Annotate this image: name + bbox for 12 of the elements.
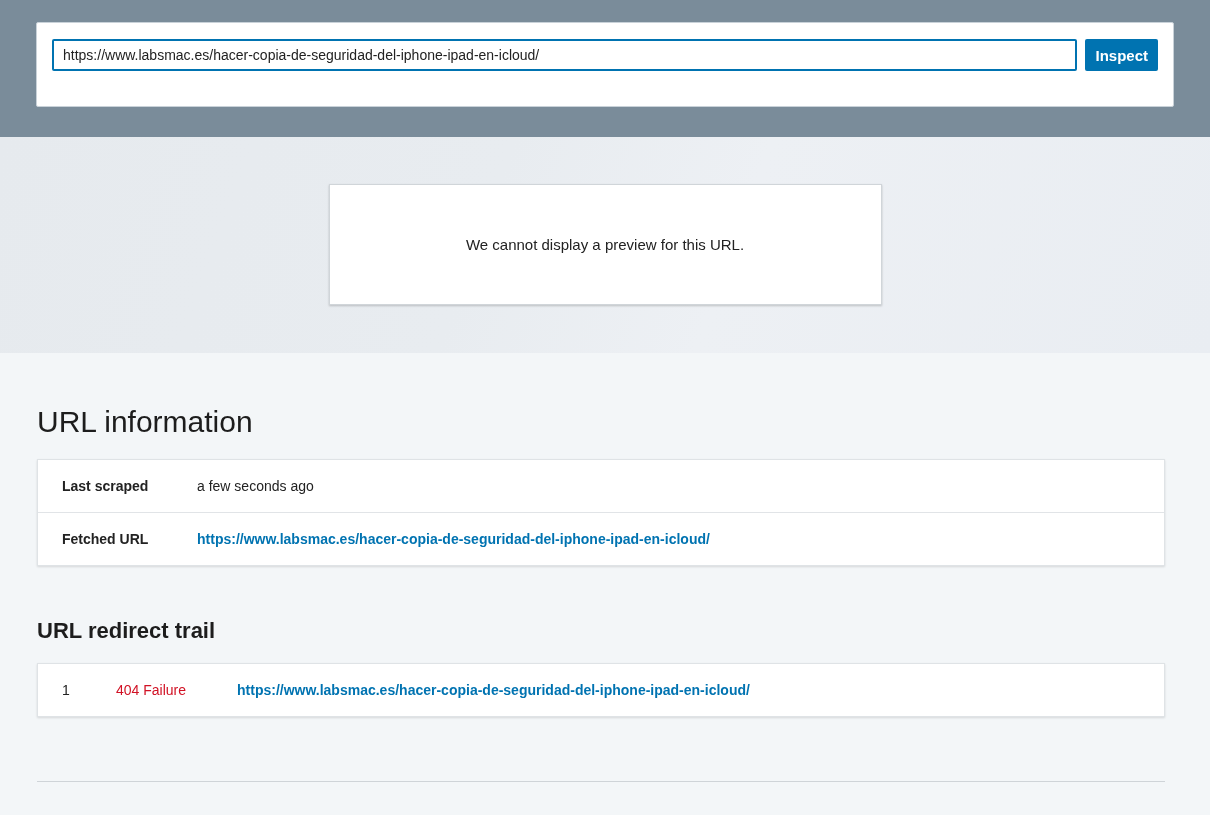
row-value: a few seconds ago: [197, 478, 314, 494]
row-label: Last scraped: [62, 478, 150, 494]
url-link[interactable]: https://www.labsmac.es/hacer-copia-de-seguridad-del-iphone-ipad-en-icloud/: [197, 531, 710, 547]
preview-message: We cannot display a preview for this URL.: [465, 236, 745, 253]
row-label: Fetched URL: [62, 531, 150, 547]
status-text: 404 Failure: [116, 682, 188, 698]
url-link[interactable]: https://www.labsmac.es/hacer-copia-de-seguridad-del-iphone-ipad-en-icloud/: [237, 682, 750, 698]
section-heading: URL redirect trail: [37, 617, 217, 645]
step-number: 1: [62, 682, 71, 698]
section-heading: URL information: [37, 404, 254, 440]
inspect-button[interactable]: Inspect: [1085, 39, 1158, 71]
url-input-field[interactable]: https://www.labsmac.es/hacer-copia-de-seguridad-del-iphone-ipad-en-icloud/: [52, 39, 1078, 71]
